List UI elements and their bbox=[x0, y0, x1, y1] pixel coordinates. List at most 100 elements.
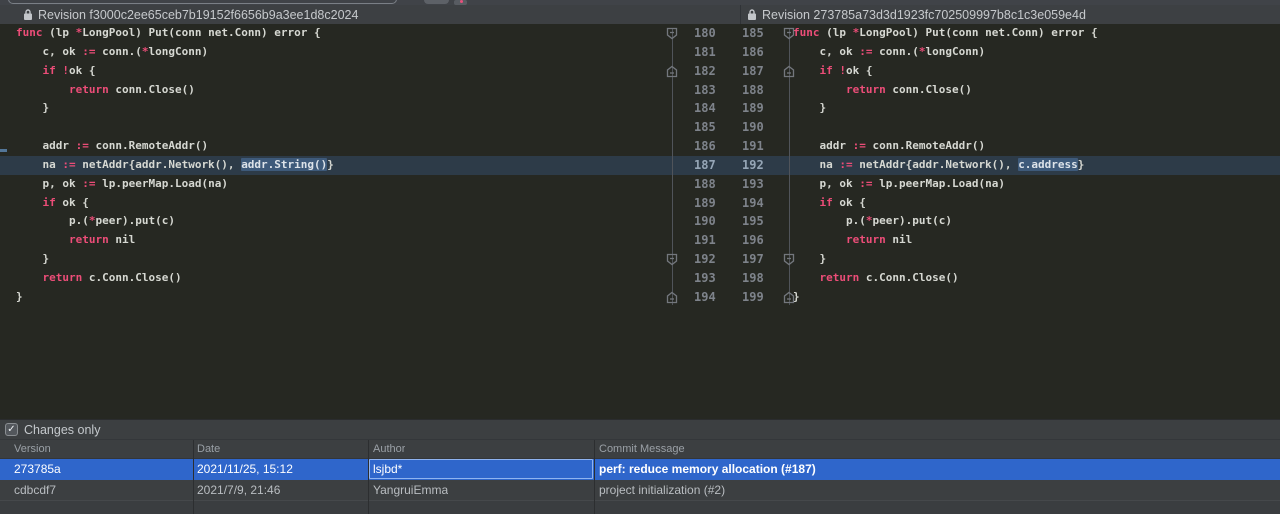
toolbar-button[interactable] bbox=[424, 0, 449, 4]
code-line: na := netAddr{addr.Network(), addr.Strin… bbox=[16, 156, 334, 175]
code-line: return conn.Close() bbox=[16, 81, 334, 100]
code-line: } bbox=[16, 288, 334, 307]
fold-up-icon[interactable] bbox=[783, 65, 795, 78]
code-line: return conn.Close() bbox=[793, 81, 1098, 100]
column-divider[interactable] bbox=[193, 440, 194, 514]
cell-message[interactable]: perf: reduce memory allocation (#187) bbox=[599, 459, 816, 480]
fold-up-icon[interactable] bbox=[666, 291, 678, 304]
line-number: 191 bbox=[742, 137, 764, 156]
fold-down-icon[interactable] bbox=[783, 27, 795, 40]
code-line: func (lp *LongPool) Put(conn net.Conn) e… bbox=[793, 24, 1098, 43]
left-revision-title: Revision f3000c2ee65ceb7b19152f6656b9a3e… bbox=[38, 8, 358, 22]
history-panel: ✓ Changes only Version Date Author Commit M… bbox=[0, 419, 1280, 514]
code-line: na := netAddr{addr.Network(), c.address} bbox=[793, 156, 1098, 175]
code-line: return c.Conn.Close() bbox=[793, 269, 1098, 288]
line-number: 182 bbox=[694, 62, 716, 81]
code-line: return c.Conn.Close() bbox=[16, 269, 334, 288]
line-number: 185 bbox=[694, 118, 716, 137]
fold-down-icon[interactable] bbox=[666, 27, 678, 40]
line-number: 193 bbox=[742, 175, 764, 194]
code-line: c, ok := conn.(*longConn) bbox=[793, 43, 1098, 62]
column-divider[interactable] bbox=[594, 440, 595, 514]
line-number: 183 bbox=[694, 81, 716, 100]
column-header-commit-message[interactable]: Commit Message bbox=[599, 440, 685, 459]
column-header-date[interactable]: Date bbox=[197, 440, 220, 459]
notification-dot-icon bbox=[460, 0, 463, 3]
right-revision-header: Revision 273785a73d3d1923fc702509997b8c1… bbox=[747, 5, 1277, 24]
cell-author[interactable]: lsjbd* bbox=[373, 459, 402, 480]
code-line: p.(*peer).put(c) bbox=[793, 212, 1098, 231]
line-number: 195 bbox=[742, 212, 764, 231]
line-number: 192 bbox=[742, 156, 764, 175]
code-line: if !ok { bbox=[793, 62, 1098, 81]
line-number: 190 bbox=[742, 118, 764, 137]
fold-down-icon[interactable] bbox=[666, 253, 678, 266]
cell-date[interactable]: 2021/7/9, 21:46 bbox=[197, 480, 280, 500]
cell-date[interactable]: 2021/11/25, 15:12 bbox=[197, 459, 293, 480]
line-number: 180 bbox=[694, 24, 716, 43]
line-number: 188 bbox=[694, 175, 716, 194]
line-number: 199 bbox=[742, 288, 764, 307]
code-line: return nil bbox=[793, 231, 1098, 250]
cell-message[interactable]: project initialization (#2) bbox=[599, 480, 725, 500]
fold-down-icon[interactable] bbox=[783, 253, 795, 266]
change-marker-tick bbox=[0, 149, 7, 152]
header-divider bbox=[740, 5, 741, 24]
line-number: 194 bbox=[742, 194, 764, 213]
history-row[interactable]: 273785a 2021/11/25, 15:12 lsjbd* perf: redu… bbox=[0, 459, 1280, 480]
column-divider[interactable] bbox=[368, 440, 369, 514]
diff-area: func (lp *LongPool) Put(conn net.Conn) e… bbox=[0, 24, 1280, 419]
left-editor[interactable]: func (lp *LongPool) Put(conn net.Conn) e… bbox=[16, 24, 334, 307]
diff-viewer-window: Revision f3000c2ee65ceb7b19152f6656b9a3e… bbox=[0, 0, 1280, 514]
changes-only-checkbox[interactable]: ✓ bbox=[5, 423, 18, 436]
panel-footer bbox=[0, 500, 1280, 514]
lock-icon bbox=[747, 8, 757, 21]
line-number: 184 bbox=[694, 99, 716, 118]
line-number: 189 bbox=[742, 99, 764, 118]
line-number: 192 bbox=[694, 250, 716, 269]
code-line: c, ok := conn.(*longConn) bbox=[16, 43, 334, 62]
fold-up-icon[interactable] bbox=[666, 65, 678, 78]
line-number: 191 bbox=[694, 231, 716, 250]
code-line: if !ok { bbox=[16, 62, 334, 81]
code-line: } bbox=[16, 99, 334, 118]
line-number: 186 bbox=[694, 137, 716, 156]
toolbar-remnant bbox=[0, 0, 1280, 5]
line-number: 187 bbox=[742, 62, 764, 81]
column-header-author[interactable]: Author bbox=[373, 440, 405, 459]
right-editor[interactable]: func (lp *LongPool) Put(conn net.Conn) e… bbox=[793, 24, 1098, 307]
cell-author[interactable]: YangruiEmma bbox=[373, 480, 448, 500]
code-line: return nil bbox=[16, 231, 334, 250]
cell-version[interactable]: cdbcdf7 bbox=[14, 480, 56, 500]
line-number: 186 bbox=[742, 43, 764, 62]
line-number: 185 bbox=[742, 24, 764, 43]
line-number: 188 bbox=[742, 81, 764, 100]
changes-only-label: Changes only bbox=[24, 423, 100, 437]
line-number: 193 bbox=[694, 269, 716, 288]
cell-version[interactable]: 273785a bbox=[14, 459, 61, 480]
line-number: 187 bbox=[694, 156, 716, 175]
code-line: p, ok := lp.peerMap.Load(na) bbox=[793, 175, 1098, 194]
gutter-new-line-numbers: 1851861871881891901911921931941951961971… bbox=[742, 24, 764, 307]
code-line: } bbox=[793, 288, 1098, 307]
line-number: 194 bbox=[694, 288, 716, 307]
line-number: 197 bbox=[742, 250, 764, 269]
code-line: func (lp *LongPool) Put(conn net.Conn) e… bbox=[16, 24, 334, 43]
code-line: addr := conn.RemoteAddr() bbox=[793, 137, 1098, 156]
fold-up-icon[interactable] bbox=[783, 291, 795, 304]
code-line bbox=[793, 118, 1098, 137]
right-revision-title: Revision 273785a73d3d1923fc702509997b8c1… bbox=[762, 8, 1086, 22]
gutter-old-line-numbers: 1801811821831841851861871881891901911921… bbox=[694, 24, 716, 307]
line-number: 181 bbox=[694, 43, 716, 62]
code-line: } bbox=[793, 99, 1098, 118]
code-line: } bbox=[793, 250, 1098, 269]
history-table-header: Version Date Author Commit Message bbox=[0, 440, 1280, 459]
left-revision-header: Revision f3000c2ee65ceb7b19152f6656b9a3e… bbox=[23, 5, 735, 24]
code-line: addr := conn.RemoteAddr() bbox=[16, 137, 334, 156]
changes-only-option[interactable]: ✓ Changes only bbox=[0, 420, 1280, 440]
code-line: p, ok := lp.peerMap.Load(na) bbox=[16, 175, 334, 194]
search-input[interactable] bbox=[8, 0, 397, 4]
toolbar-icon[interactable] bbox=[454, 0, 467, 5]
column-header-version[interactable]: Version bbox=[14, 440, 51, 459]
history-row[interactable]: cdbcdf7 2021/7/9, 21:46 YangruiEmma project… bbox=[0, 480, 1280, 500]
